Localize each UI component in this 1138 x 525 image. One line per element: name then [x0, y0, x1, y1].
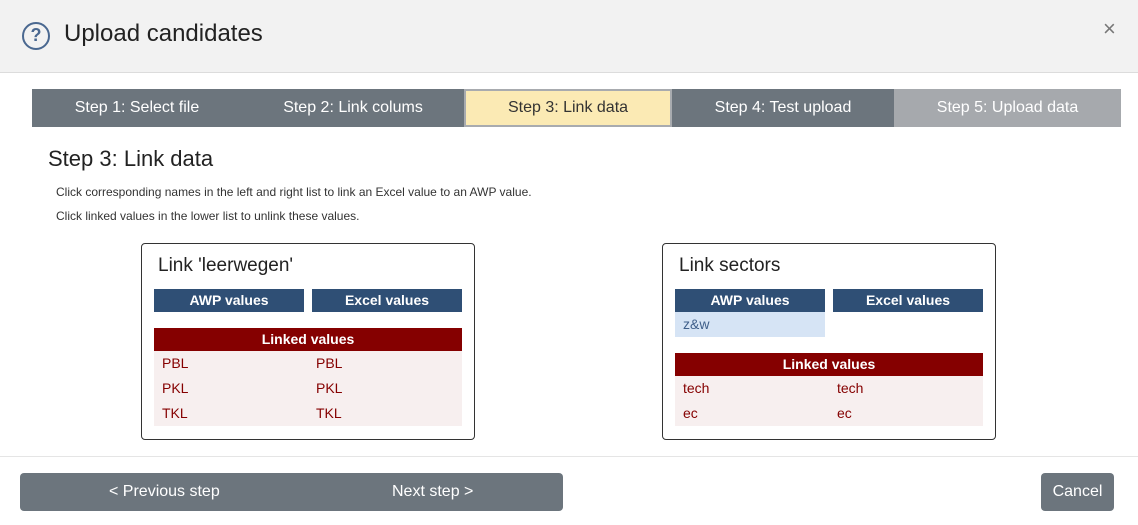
linked-awp-value: PKL: [162, 380, 189, 396]
panel-title: Link 'leerwegen': [158, 255, 294, 276]
step-nav-group: < Previous step Next step >: [20, 473, 563, 511]
linked-excel-value: PKL: [316, 380, 343, 396]
awp-values-header: AWP values: [675, 289, 825, 312]
linked-values-header: Linked values: [154, 328, 462, 351]
excel-values-header: Excel values: [833, 289, 983, 312]
linked-excel-value: PBL: [316, 355, 343, 371]
step-5-upload-data: Step 5: Upload data: [894, 89, 1121, 127]
linked-excel-value: TKL: [316, 405, 342, 421]
step-bar: Step 1: Select file Step 2: Link colums …: [32, 89, 1121, 127]
step-2-link-columns[interactable]: Step 2: Link colums: [242, 89, 464, 127]
awp-values-header: AWP values: [154, 289, 304, 312]
linked-awp-value: PBL: [162, 355, 189, 371]
step-3-link-data[interactable]: Step 3: Link data: [464, 89, 672, 127]
linked-row[interactable]: ec ec: [675, 401, 983, 426]
next-step-button[interactable]: Next step >: [392, 473, 473, 511]
link-leerwegen-panel: Link 'leerwegen' AWP values Excel values…: [141, 243, 475, 440]
awp-value-item[interactable]: z&w: [675, 312, 825, 337]
linked-row[interactable]: PKL PKL: [154, 376, 462, 401]
panel-title: Link sectors: [679, 255, 781, 276]
linked-excel-value: ec: [837, 405, 852, 421]
linked-values-header: Linked values: [675, 353, 983, 376]
linked-row[interactable]: PBL PBL: [154, 351, 462, 376]
instruction-unlink: Click linked values in the lower list to…: [56, 209, 360, 223]
cancel-button[interactable]: Cancel: [1041, 473, 1114, 511]
instruction-link: Click corresponding names in the left an…: [56, 185, 532, 199]
help-icon[interactable]: ?: [22, 22, 50, 50]
linked-excel-value: tech: [837, 380, 864, 396]
step-4-test-upload[interactable]: Step 4: Test upload: [672, 89, 894, 127]
linked-awp-value: TKL: [162, 405, 188, 421]
step-1-select-file[interactable]: Step 1: Select file: [32, 89, 242, 127]
linked-awp-value: tech: [683, 380, 710, 396]
modal-title: Upload candidates: [64, 20, 263, 47]
close-icon[interactable]: ×: [1103, 16, 1116, 42]
previous-step-button[interactable]: < Previous step: [109, 473, 220, 511]
linked-row[interactable]: tech tech: [675, 376, 983, 401]
excel-values-header: Excel values: [312, 289, 462, 312]
section-title: Step 3: Link data: [48, 146, 214, 171]
modal-header: ? Upload candidates ×: [0, 0, 1138, 73]
footer-divider: [0, 456, 1138, 457]
linked-row[interactable]: TKL TKL: [154, 401, 462, 426]
linked-awp-value: ec: [683, 405, 698, 421]
link-sectors-panel: Link sectors AWP values Excel values z&w…: [662, 243, 996, 440]
